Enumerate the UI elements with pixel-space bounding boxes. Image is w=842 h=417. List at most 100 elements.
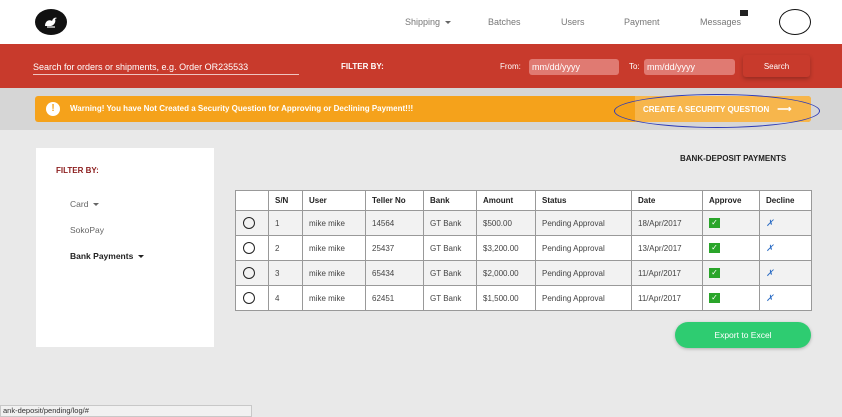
cell-amount: $2,000.00 [476, 260, 536, 286]
column-header-status: Status [535, 190, 632, 211]
decline-x-icon[interactable]: ✗ [766, 218, 774, 228]
nav-users[interactable]: Users [561, 17, 585, 27]
cell-status: Pending Approval [535, 210, 632, 236]
cell-bank: GT Bank [423, 235, 477, 261]
cell-bank: GT Bank [423, 285, 477, 311]
table-row: 1 mike mike 14564 GT Bank $500.00 Pendin… [235, 210, 812, 236]
warning-icon: ! [46, 102, 60, 116]
cell-bank: GT Bank [423, 210, 477, 236]
cell-decline: ✗ [759, 260, 812, 286]
filter-by-label: FILTER BY: [341, 62, 384, 71]
cell-teller: 25437 [365, 235, 424, 261]
table-row: 4 mike mike 62451 GT Bank $1,500.00 Pend… [235, 285, 812, 311]
export-to-excel-button[interactable]: Export to Excel [675, 322, 811, 348]
brand-logo[interactable] [35, 9, 67, 35]
row-select [235, 285, 269, 311]
row-select [235, 260, 269, 286]
search-button[interactable]: Search [743, 55, 810, 77]
column-header-sn: S/N [268, 190, 303, 211]
cell-date: 11/Apr/2017 [631, 285, 703, 311]
to-label: To: [629, 62, 640, 71]
cell-user: mike mike [302, 210, 366, 236]
cell-amount: $500.00 [476, 210, 536, 236]
cell-approve: ✓ [702, 260, 760, 286]
cell-decline: ✗ [759, 210, 812, 236]
decline-x-icon[interactable]: ✗ [766, 293, 774, 303]
warning-text: Warning! You have Not Created a Security… [70, 104, 414, 113]
filter-bar: FILTER BY: From: To: Search [0, 44, 842, 88]
table-header-row: S/N User Teller No Bank Amount Status Da… [235, 190, 812, 211]
column-header-date: Date [631, 190, 703, 211]
cell-status: Pending Approval [535, 285, 632, 311]
table-row: 2 mike mike 25437 GT Bank $3,200.00 Pend… [235, 235, 812, 261]
to-date-input[interactable] [644, 59, 735, 75]
nav-shipping-label: Shipping [405, 17, 441, 27]
cell-decline: ✗ [759, 235, 812, 261]
cell-approve: ✓ [702, 210, 760, 236]
sidebar-title: FILTER BY: [56, 166, 99, 175]
cell-date: 11/Apr/2017 [631, 260, 703, 286]
highlight-ellipse [614, 94, 820, 128]
nav-payment[interactable]: Payment [624, 17, 660, 27]
nav-shipping[interactable]: Shipping [405, 17, 452, 27]
from-date-input[interactable] [529, 59, 619, 75]
sidebar-item-label: Card [70, 199, 89, 209]
row-radio[interactable] [243, 292, 255, 304]
column-header-select [235, 190, 269, 211]
cell-approve: ✓ [702, 285, 760, 311]
top-navbar: Shipping Batches Users Payment Messages [0, 0, 842, 44]
sidebar-item-label: Bank Payments [70, 251, 134, 261]
page-title: BANK-DEPOSIT PAYMENTS [680, 154, 787, 163]
column-header-approve: Approve [702, 190, 760, 211]
chevron-down-icon [138, 255, 145, 259]
approve-check-icon[interactable]: ✓ [709, 268, 720, 278]
cell-user: mike mike [302, 260, 366, 286]
chevron-down-icon [445, 21, 452, 25]
payments-table: S/N User Teller No Bank Amount Status Da… [235, 190, 812, 311]
approve-check-icon[interactable]: ✓ [709, 218, 720, 228]
chevron-down-icon [93, 203, 100, 207]
cell-sn: 1 [268, 210, 303, 236]
column-header-bank: Bank [423, 190, 477, 211]
cell-teller: 65434 [365, 260, 424, 286]
row-radio[interactable] [243, 217, 255, 229]
row-select [235, 210, 269, 236]
cell-approve: ✓ [702, 235, 760, 261]
cell-bank: GT Bank [423, 260, 477, 286]
approve-check-icon[interactable]: ✓ [709, 293, 720, 303]
cell-amount: $3,200.00 [476, 235, 536, 261]
from-label: From: [500, 62, 521, 71]
nav-batches[interactable]: Batches [488, 17, 521, 27]
cell-amount: $1,500.00 [476, 285, 536, 311]
cell-decline: ✗ [759, 285, 812, 311]
nav-messages[interactable]: Messages [700, 17, 741, 27]
row-radio[interactable] [243, 242, 255, 254]
search-input[interactable] [33, 59, 299, 75]
cell-date: 18/Apr/2017 [631, 210, 703, 236]
cell-user: mike mike [302, 285, 366, 311]
sidebar-item-sokopay[interactable]: SokoPay [70, 225, 104, 235]
bird-logo-icon [45, 17, 57, 28]
cell-sn: 2 [268, 235, 303, 261]
user-avatar[interactable] [779, 9, 811, 35]
column-header-amount: Amount [476, 190, 536, 211]
cell-teller: 14564 [365, 210, 424, 236]
cell-user: mike mike [302, 235, 366, 261]
decline-x-icon[interactable]: ✗ [766, 243, 774, 253]
row-select [235, 235, 269, 261]
decline-x-icon[interactable]: ✗ [766, 268, 774, 278]
filter-sidebar: FILTER BY: Card SokoPay Bank Payments [36, 148, 214, 347]
column-header-teller-no: Teller No [365, 190, 424, 211]
column-header-decline: Decline [759, 190, 812, 211]
row-radio[interactable] [243, 267, 255, 279]
cell-sn: 4 [268, 285, 303, 311]
sidebar-item-bank-payments[interactable]: Bank Payments [70, 251, 145, 261]
cell-sn: 3 [268, 260, 303, 286]
column-header-user: User [302, 190, 366, 211]
envelope-icon[interactable] [740, 10, 748, 16]
browser-status-bar: ank-deposit/pending/log/# [0, 405, 252, 417]
cell-date: 13/Apr/2017 [631, 235, 703, 261]
sidebar-item-card[interactable]: Card [70, 199, 100, 209]
approve-check-icon[interactable]: ✓ [709, 243, 720, 253]
cell-status: Pending Approval [535, 260, 632, 286]
